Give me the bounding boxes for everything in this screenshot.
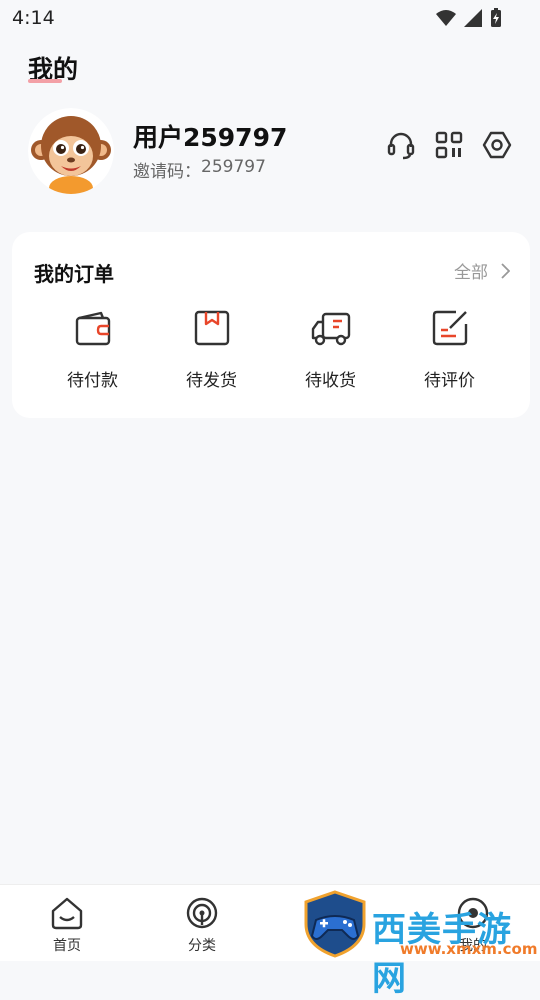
truck-icon bbox=[311, 312, 350, 346]
nav-home-label: 首页 bbox=[53, 938, 81, 954]
watermark: 西美手游网 www.xmxm.com bbox=[300, 888, 540, 999]
watermark-url: www.xmxm.com bbox=[400, 940, 538, 958]
order-pending-review-label: 待评价 bbox=[424, 371, 475, 391]
invite-code-value: 259797 bbox=[201, 157, 266, 177]
orders-view-all[interactable]: 全部 bbox=[454, 258, 510, 283]
nav-home[interactable]: 首页 bbox=[32, 895, 102, 955]
profile-section: 用户259797 邀请码： 259797 bbox=[28, 108, 512, 194]
headset-icon bbox=[387, 132, 415, 160]
wallet-icon bbox=[75, 311, 110, 346]
order-pending-review[interactable]: 待评价 bbox=[390, 308, 509, 391]
package-icon bbox=[194, 310, 229, 346]
customer-service-button[interactable] bbox=[386, 130, 416, 160]
gamepad-shield-icon bbox=[304, 890, 366, 958]
signal-icon bbox=[464, 9, 482, 27]
nav-category-label: 分类 bbox=[188, 938, 216, 954]
settings-icon bbox=[482, 131, 512, 159]
orders-card: 我的订单 全部 待付款 待发货 待收货 待评价 bbox=[12, 232, 530, 418]
monkey-avatar-icon bbox=[28, 108, 114, 194]
settings-button[interactable] bbox=[482, 130, 512, 160]
avatar[interactable] bbox=[28, 108, 114, 194]
chevron-right-icon bbox=[501, 262, 510, 279]
nav-category[interactable]: 分类 bbox=[167, 895, 237, 955]
qrcode-icon bbox=[435, 131, 463, 159]
title-underline bbox=[28, 79, 62, 83]
status-bar: 4:14 bbox=[0, 0, 540, 36]
order-pending-payment[interactable]: 待付款 bbox=[33, 308, 152, 391]
order-pending-shipment-label: 待发货 bbox=[186, 371, 237, 391]
home-icon bbox=[51, 897, 83, 930]
username: 用户259797 bbox=[133, 123, 288, 152]
invite-code-row[interactable]: 邀请码： 259797 bbox=[133, 157, 266, 182]
invite-code-label: 邀请码： bbox=[133, 162, 201, 182]
profile-actions bbox=[386, 130, 512, 160]
orders-title: 我的订单 bbox=[34, 262, 114, 286]
orders-view-all-label: 全部 bbox=[454, 263, 488, 283]
status-time: 4:14 bbox=[12, 7, 55, 29]
wifi-icon bbox=[436, 10, 456, 26]
battery-icon bbox=[491, 8, 501, 27]
category-icon bbox=[186, 897, 218, 929]
order-status-list: 待付款 待发货 待收货 待评价 bbox=[12, 308, 530, 391]
order-pending-receipt[interactable]: 待收货 bbox=[271, 308, 390, 391]
review-icon bbox=[432, 310, 467, 346]
status-icons bbox=[436, 8, 502, 28]
order-pending-receipt-label: 待收货 bbox=[305, 371, 356, 391]
order-pending-payment-label: 待付款 bbox=[67, 371, 118, 391]
order-pending-shipment[interactable]: 待发货 bbox=[152, 308, 271, 391]
qrcode-button[interactable] bbox=[434, 130, 464, 160]
